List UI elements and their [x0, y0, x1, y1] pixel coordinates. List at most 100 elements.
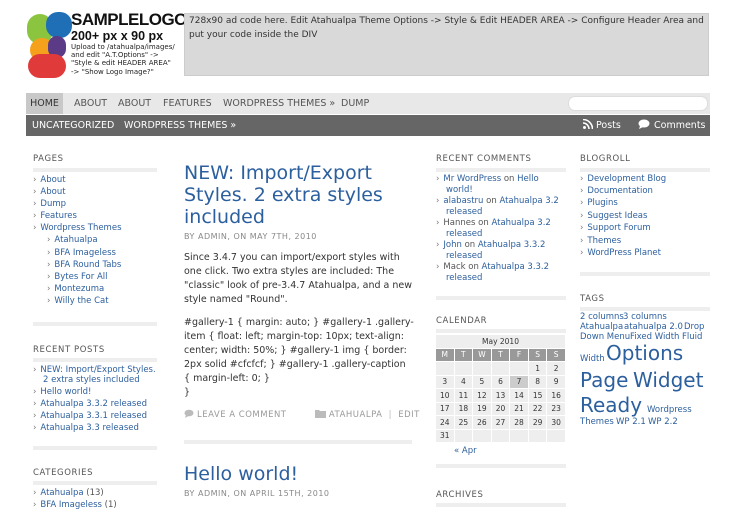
bullet-icon: › [33, 387, 37, 397]
calendar-day: 16 [546, 388, 566, 403]
tag-link[interactable]: Ready [580, 395, 642, 415]
subpage-link[interactable]: › Montezuma [47, 284, 104, 295]
comment-post-link[interactable]: Atahualpa 3.3.2 [478, 240, 546, 250]
search-input[interactable] [568, 96, 708, 111]
post-title[interactable]: Hello world! [184, 463, 409, 485]
bullet-icon: › [33, 411, 37, 421]
tag-link[interactable]: 2 columns [580, 313, 624, 322]
recent-post-link[interactable]: › Atahualpa 3.3.2 released [33, 399, 147, 410]
tag-link[interactable]: Page [580, 370, 628, 390]
recent-post-link[interactable]: › Atahualpa 3.3 released [33, 423, 139, 434]
category-link[interactable]: › Atahualpa (13) [33, 488, 104, 499]
tag-link[interactable]: Widget [633, 370, 703, 390]
blogroll-link[interactable]: › WordPress Planet [580, 248, 661, 259]
comment-author-link[interactable]: John [443, 240, 461, 250]
comment-post-link[interactable]: Hello [517, 174, 539, 184]
post-category-link[interactable]: ATAHUALPA [329, 410, 383, 420]
comment-post-cont[interactable]: released [446, 207, 482, 218]
calendar-empty-cell [472, 361, 492, 376]
subpage-link[interactable]: › BFA Imageless [47, 248, 116, 259]
comment-author-link[interactable]: Mr WordPress [443, 174, 501, 184]
subpage-link[interactable]: › BFA Round Tabs [47, 260, 121, 271]
recent-post-link-cont[interactable]: 2 extra styles included [43, 375, 140, 386]
calendar-day: 20 [490, 401, 511, 416]
page-link[interactable]: › Features [33, 211, 77, 222]
tag-link[interactable]: WP 2.1 [616, 418, 646, 427]
edit-link[interactable]: EDIT [398, 410, 420, 420]
calendar-day-header: F [509, 347, 529, 362]
bullet-icon: › [436, 174, 440, 184]
blogroll-link[interactable]: › Documentation [580, 186, 653, 197]
menu-uncategorized[interactable]: UNCATEGORIZED [32, 115, 114, 136]
bullet-icon: › [47, 248, 51, 258]
menu-features[interactable]: FEATURES [163, 93, 212, 114]
blogroll-link[interactable]: › Development Blog [580, 174, 666, 185]
bullet-icon: › [436, 218, 440, 228]
comment-post-cont[interactable]: released [446, 251, 482, 262]
recent-post-link[interactable]: › Atahualpa 3.3.1 released [33, 411, 147, 422]
calendar-empty-cell [490, 428, 511, 443]
posts-feed-link[interactable]: Posts [582, 115, 621, 136]
tag-link[interactable]: Wordpress [647, 406, 692, 415]
calendar-day: 17 [435, 401, 455, 416]
blogroll-link[interactable]: › Support Forum [580, 223, 651, 234]
post-title[interactable]: NEW: Import/Export Styles. 2 extra style… [184, 162, 409, 228]
tag-link[interactable]: Themes [580, 418, 614, 427]
link-label: Montezuma [54, 284, 105, 294]
menu-home[interactable]: HOME [26, 93, 63, 114]
tag-link[interactable]: Atahualpa [580, 323, 623, 332]
page-link[interactable]: › About [33, 175, 66, 186]
divider [33, 322, 157, 326]
tag-link[interactable]: WP 2.2 [648, 418, 678, 427]
blogroll-link[interactable]: › Plugins [580, 198, 618, 209]
leave-comment-link[interactable]: LEAVE A COMMENT [197, 410, 287, 420]
page-link[interactable]: › About [33, 187, 66, 198]
post-title-line: Styles. 2 extra styles [184, 184, 383, 206]
logo-red-shape [28, 54, 66, 78]
calendar-day: 15 [527, 388, 548, 403]
subpage-link[interactable]: › Atahualpa [47, 235, 98, 246]
page-link[interactable]: › Dump [33, 199, 66, 210]
recent-post-link[interactable]: › Hello world! [33, 387, 91, 398]
comment-post-link[interactable]: Atahualpa 3.2 [499, 196, 558, 206]
bullet-icon: › [436, 196, 440, 206]
subpage-link[interactable]: › Bytes For All [47, 272, 107, 283]
calendar-day: 12 [472, 388, 492, 403]
calendar-day: 13 [490, 388, 511, 403]
page: SAMPLELOGO 200+ px x 90 px Upload to /at… [0, 0, 741, 509]
menu-cat-wordpress-themes[interactable]: WORDPRESS THEMES » [124, 115, 236, 136]
category-menu: UNCATEGORIZED WORDPRESS THEMES » Posts C… [26, 115, 710, 136]
tag-link[interactable]: atahualpa 2.0 [624, 323, 683, 332]
comments-feed-link[interactable]: Comments [638, 115, 706, 136]
divider [436, 296, 566, 300]
comment-post-link[interactable]: Atahualpa 3.3.2 [482, 262, 550, 272]
comment-bubble-icon [638, 119, 650, 129]
divider [33, 446, 157, 450]
blogroll-link[interactable]: › Suggest Ideas [580, 211, 647, 222]
comment-post-cont[interactable]: released [446, 229, 482, 240]
tag-link[interactable]: Fluid [682, 333, 702, 342]
comment-author: Hannes [443, 218, 476, 228]
calendar-widget-title: CALENDAR [436, 316, 488, 326]
tag-link[interactable]: Width [580, 355, 605, 364]
divider [580, 272, 710, 276]
category-link[interactable]: › BFA Imageless (1) [33, 500, 117, 509]
comments-label: Comments [654, 120, 706, 131]
menu-about-2[interactable]: ABOUT [118, 93, 151, 114]
blogroll-link[interactable]: › Themes [580, 236, 621, 247]
tag-link[interactable]: Drop [684, 323, 704, 332]
comment-post-cont[interactable]: released [446, 273, 482, 284]
link-label: NEW: Import/Export Styles. [40, 365, 156, 375]
menu-dump[interactable]: DUMP [341, 93, 369, 114]
tag-link[interactable]: 3 columns [623, 313, 667, 322]
subpage-link[interactable]: › Willy the Cat [47, 296, 109, 307]
bullet-icon: › [580, 198, 584, 208]
page-link[interactable]: › Wordpress Themes [33, 223, 122, 234]
calendar-prev-link[interactable]: « Apr [454, 446, 477, 457]
tag-link[interactable]: Options [606, 343, 683, 363]
menu-about[interactable]: ABOUT [74, 93, 107, 114]
comment-author-link[interactable]: alabastru [443, 196, 483, 206]
comment-post-link[interactable]: Atahualpa 3.2 [491, 218, 550, 228]
comment-post-cont[interactable]: world! [446, 185, 473, 196]
menu-wordpress-themes[interactable]: WORDPRESS THEMES » [223, 93, 335, 114]
